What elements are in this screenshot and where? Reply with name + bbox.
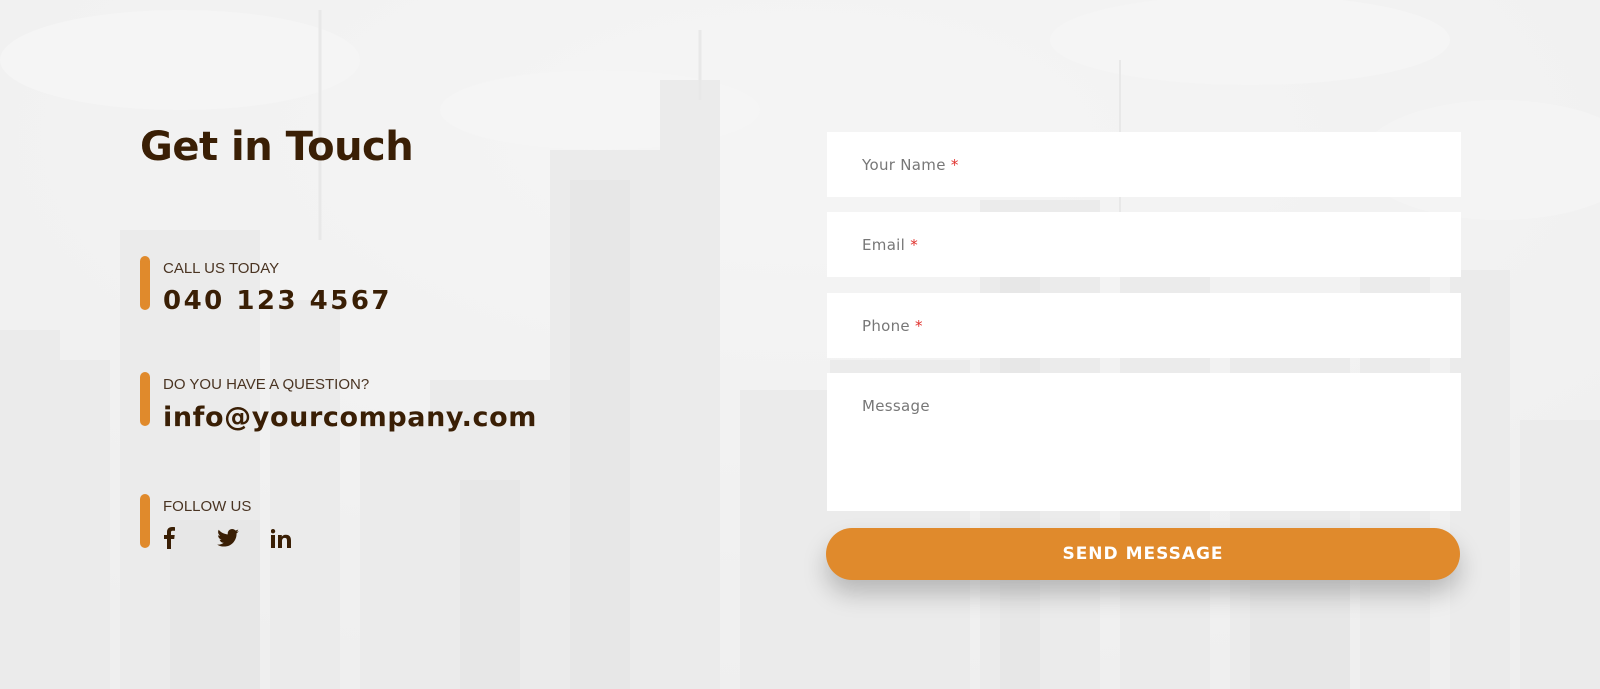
phone-placeholder: Phone * [862,317,923,335]
name-placeholder: Your Name * [862,156,959,174]
email-address-link[interactable]: info@yourcompany.com [163,402,537,433]
message-placeholder: Message [862,397,930,415]
facebook-icon[interactable] [163,526,217,550]
follow-label: FOLLOW US [163,498,252,515]
phone-number-link[interactable]: 040 123 4567 [163,286,392,316]
accent-bar [140,256,150,310]
contact-section: Get in Touch CALL US TODAY 040 123 4567 … [0,0,1600,689]
email-label: DO YOU HAVE A QUESTION? [163,376,370,393]
send-message-button[interactable]: SEND MESSAGE [826,528,1460,580]
required-mark: * [915,317,923,335]
phone-field[interactable]: Phone * [827,293,1461,358]
accent-bar [140,494,150,548]
email-field[interactable]: Email * [827,212,1461,277]
required-mark: * [910,236,919,254]
name-field[interactable]: Your Name * [827,132,1461,197]
section-heading: Get in Touch [140,124,414,170]
required-mark: * [950,156,959,174]
social-links [163,526,325,550]
phone-label: CALL US TODAY [163,260,280,277]
accent-bar [140,372,150,426]
linkedin-icon[interactable] [271,526,325,550]
twitter-icon[interactable] [217,526,271,550]
message-textarea[interactable]: Message [827,373,1461,511]
email-placeholder: Email * [862,236,919,254]
